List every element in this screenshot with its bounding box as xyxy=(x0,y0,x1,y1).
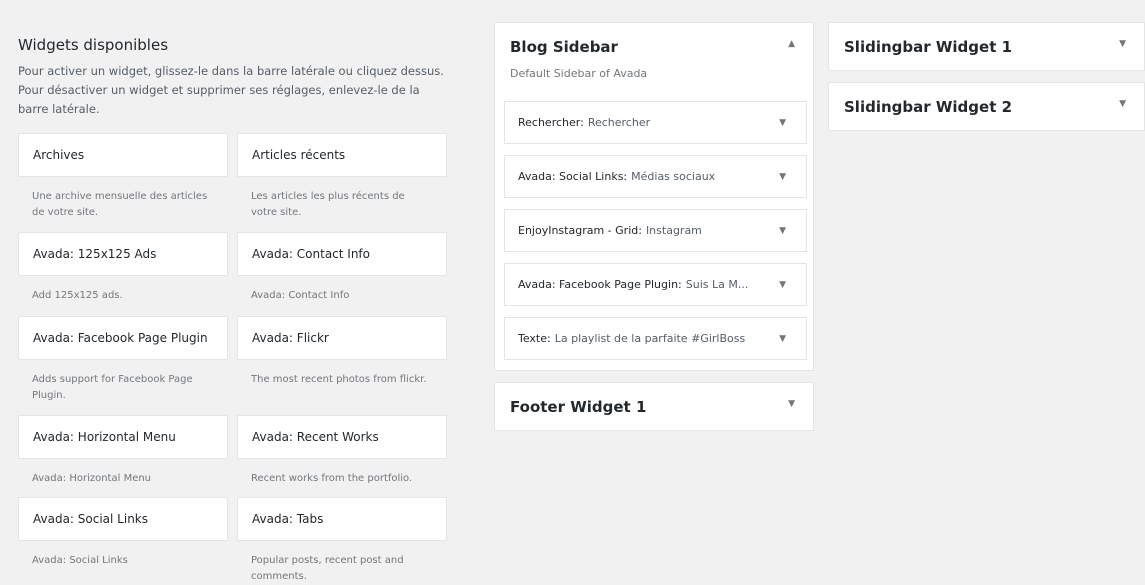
widget-description: Avada: Horizontal Menu xyxy=(32,473,152,484)
widget-avada-recent-works[interactable]: Avada: Recent Works Recent works from th… xyxy=(237,415,447,487)
expand-arrow-icon[interactable]: ▼ xyxy=(1119,99,1126,109)
widget-avada-flickr[interactable]: Avada: Flickr The most recent photos fro… xyxy=(237,316,447,388)
widget-description: Une archive mensuelle des articles de vo… xyxy=(32,191,208,218)
widget-description: Popular posts, recent post and comments. xyxy=(251,555,404,582)
widget-title[interactable]: Avada: Facebook Page Plugin xyxy=(18,316,228,360)
sidebar-widget-subtitle: Médias sociaux xyxy=(631,170,716,183)
widget-title[interactable]: Avada: 125x125 Ads xyxy=(18,232,228,276)
widget-avada-tabs[interactable]: Avada: Tabs Popular posts, recent post a… xyxy=(237,497,447,585)
widget-description: Les articles les plus récents de votre s… xyxy=(251,191,405,218)
widget-avada-horizontal-menu[interactable]: Avada: Horizontal Menu Avada: Horizontal… xyxy=(18,415,228,487)
sidebar-widget-text[interactable]: Texte: La playlist de la parfaite #GirlB… xyxy=(504,317,807,360)
slidingbar-widget-2-header[interactable]: Slidingbar Widget 2 ▼ xyxy=(829,83,1144,131)
widget-title[interactable]: Articles récents xyxy=(237,133,447,177)
widget-title[interactable]: Avada: Social Links xyxy=(18,497,228,541)
widget-avada-ads[interactable]: Avada: 125x125 Ads Add 125x125 ads. xyxy=(18,232,228,304)
slidingbar-widget-2-title: Slidingbar Widget 2 xyxy=(844,98,1013,116)
widget-title[interactable]: Avada: Recent Works xyxy=(237,415,447,459)
sidebar-widget-instagram[interactable]: EnjoyInstagram - Grid: Instagram ▼ xyxy=(504,209,807,252)
expand-arrow-icon[interactable]: ▼ xyxy=(779,226,786,236)
expand-arrow-icon[interactable]: ▼ xyxy=(779,118,786,128)
expand-arrow-icon[interactable]: ▼ xyxy=(1119,39,1126,49)
available-widgets-description: Pour activer un widget, glissez-le dans … xyxy=(18,64,444,116)
footer-widget-1-area[interactable]: Footer Widget 1 ▼ xyxy=(494,382,814,431)
widget-title[interactable]: Avada: Contact Info xyxy=(237,232,447,276)
widget-recent-posts[interactable]: Articles récents Les articles les plus r… xyxy=(237,133,447,221)
sidebar-widget-name: Avada: Social Links: xyxy=(518,170,628,183)
widget-avada-facebook-page-plugin[interactable]: Avada: Facebook Page Plugin Adds support… xyxy=(18,316,228,404)
widget-description: Recent works from the portfolio. xyxy=(251,473,413,484)
widget-archives[interactable]: Archives Une archive mensuelle des artic… xyxy=(18,133,228,221)
widget-title[interactable]: Avada: Flickr xyxy=(237,316,447,360)
sidebar-widget-name: EnjoyInstagram - Grid: xyxy=(518,224,642,237)
sidebar-widget-facebook[interactable]: Avada: Facebook Page Plugin: Suis La M..… xyxy=(504,263,807,306)
blog-sidebar-header[interactable]: Blog Sidebar ▲ xyxy=(495,23,813,71)
sidebar-widget-subtitle: Suis La M... xyxy=(685,278,749,291)
available-widgets-header: Widgets disponibles Pour activer un widg… xyxy=(18,36,448,119)
expand-arrow-icon[interactable]: ▼ xyxy=(779,334,786,344)
sidebar-widget-name: Texte: xyxy=(518,332,551,345)
sidebar-widget-subtitle: Rechercher xyxy=(587,116,651,129)
slidingbar-widget-2-area[interactable]: Slidingbar Widget 2 ▼ xyxy=(828,82,1145,131)
footer-widget-1-title: Footer Widget 1 xyxy=(510,398,647,416)
collapse-arrow-icon[interactable]: ▲ xyxy=(788,39,795,49)
available-widgets-title: Widgets disponibles xyxy=(18,36,169,54)
widget-avada-social-links[interactable]: Avada: Social Links Avada: Social Links xyxy=(18,497,228,569)
slidingbar-widget-1-area[interactable]: Slidingbar Widget 1 ▼ xyxy=(828,22,1145,71)
sidebar-widget-subtitle: Instagram xyxy=(645,224,702,237)
expand-arrow-icon[interactable]: ▼ xyxy=(788,399,795,409)
widget-title[interactable]: Archives xyxy=(18,133,228,177)
widget-avada-contact-info[interactable]: Avada: Contact Info Avada: Contact Info xyxy=(237,232,447,304)
sidebar-widget-name: Avada: Facebook Page Plugin: xyxy=(518,278,682,291)
slidingbar-widget-1-header[interactable]: Slidingbar Widget 1 ▼ xyxy=(829,23,1144,71)
widget-description: Avada: Social Links xyxy=(32,555,128,566)
sidebar-widget-subtitle: La playlist de la parfaite #GirlBoss xyxy=(554,332,746,345)
expand-arrow-icon[interactable]: ▼ xyxy=(779,280,786,290)
widget-title[interactable]: Avada: Tabs xyxy=(237,497,447,541)
footer-widget-1-header[interactable]: Footer Widget 1 ▼ xyxy=(495,383,813,431)
sidebar-widget-name: Rechercher: xyxy=(518,116,584,129)
expand-arrow-icon[interactable]: ▼ xyxy=(779,172,786,182)
widget-description: Adds support for Facebook Page Plugin. xyxy=(32,374,193,401)
blog-sidebar-title: Blog Sidebar xyxy=(510,38,618,56)
widget-description: Add 125x125 ads. xyxy=(32,290,123,301)
blog-sidebar-description: Default Sidebar of Avada xyxy=(510,67,648,80)
sidebar-widget-search[interactable]: Rechercher: Rechercher ▼ xyxy=(504,101,807,144)
slidingbar-widget-1-title: Slidingbar Widget 1 xyxy=(844,38,1013,56)
widget-description: The most recent photos from flickr. xyxy=(251,374,427,385)
widget-description: Avada: Contact Info xyxy=(251,290,350,301)
blog-sidebar-area: Blog Sidebar ▲ Default Sidebar of Avada … xyxy=(494,22,814,371)
sidebar-widget-social-links[interactable]: Avada: Social Links: Médias sociaux ▼ xyxy=(504,155,807,198)
widget-title[interactable]: Avada: Horizontal Menu xyxy=(18,415,228,459)
